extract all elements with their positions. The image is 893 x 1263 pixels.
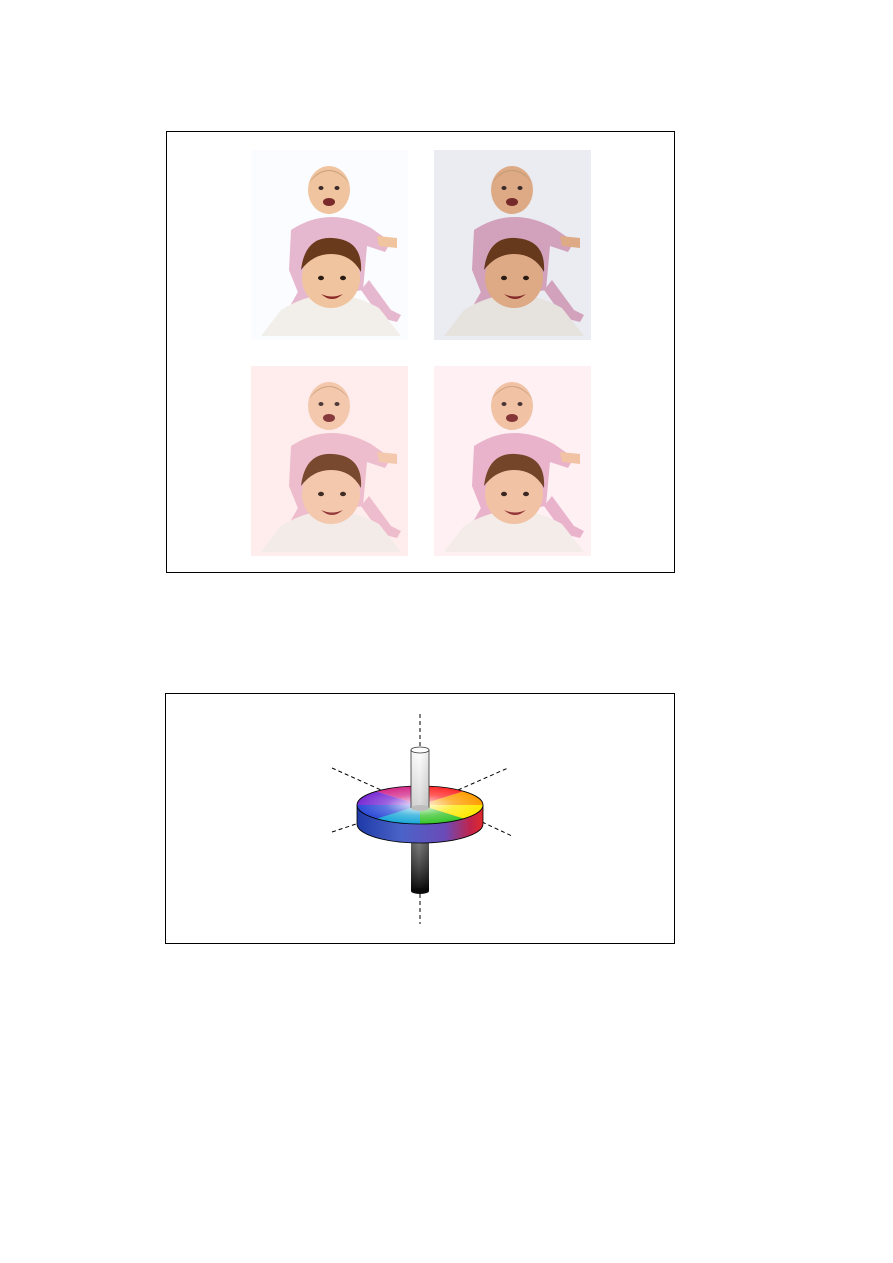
photo-comparison-figure (166, 131, 675, 573)
upper-right-guide (457, 767, 509, 791)
baby-photo-variant-4 (434, 366, 591, 556)
baby-photo-variant-2 (434, 150, 591, 340)
baby-photo-original (251, 150, 408, 340)
baby-photo-variant-3 (251, 366, 408, 556)
color-cylinder-diagram (165, 693, 675, 944)
color-cylinder-svg (331, 714, 513, 924)
lower-right-guide (481, 821, 513, 837)
dark-axis-cylinder (411, 836, 429, 894)
light-axis-cylinder (410, 746, 430, 811)
upper-left-guide (331, 767, 382, 791)
